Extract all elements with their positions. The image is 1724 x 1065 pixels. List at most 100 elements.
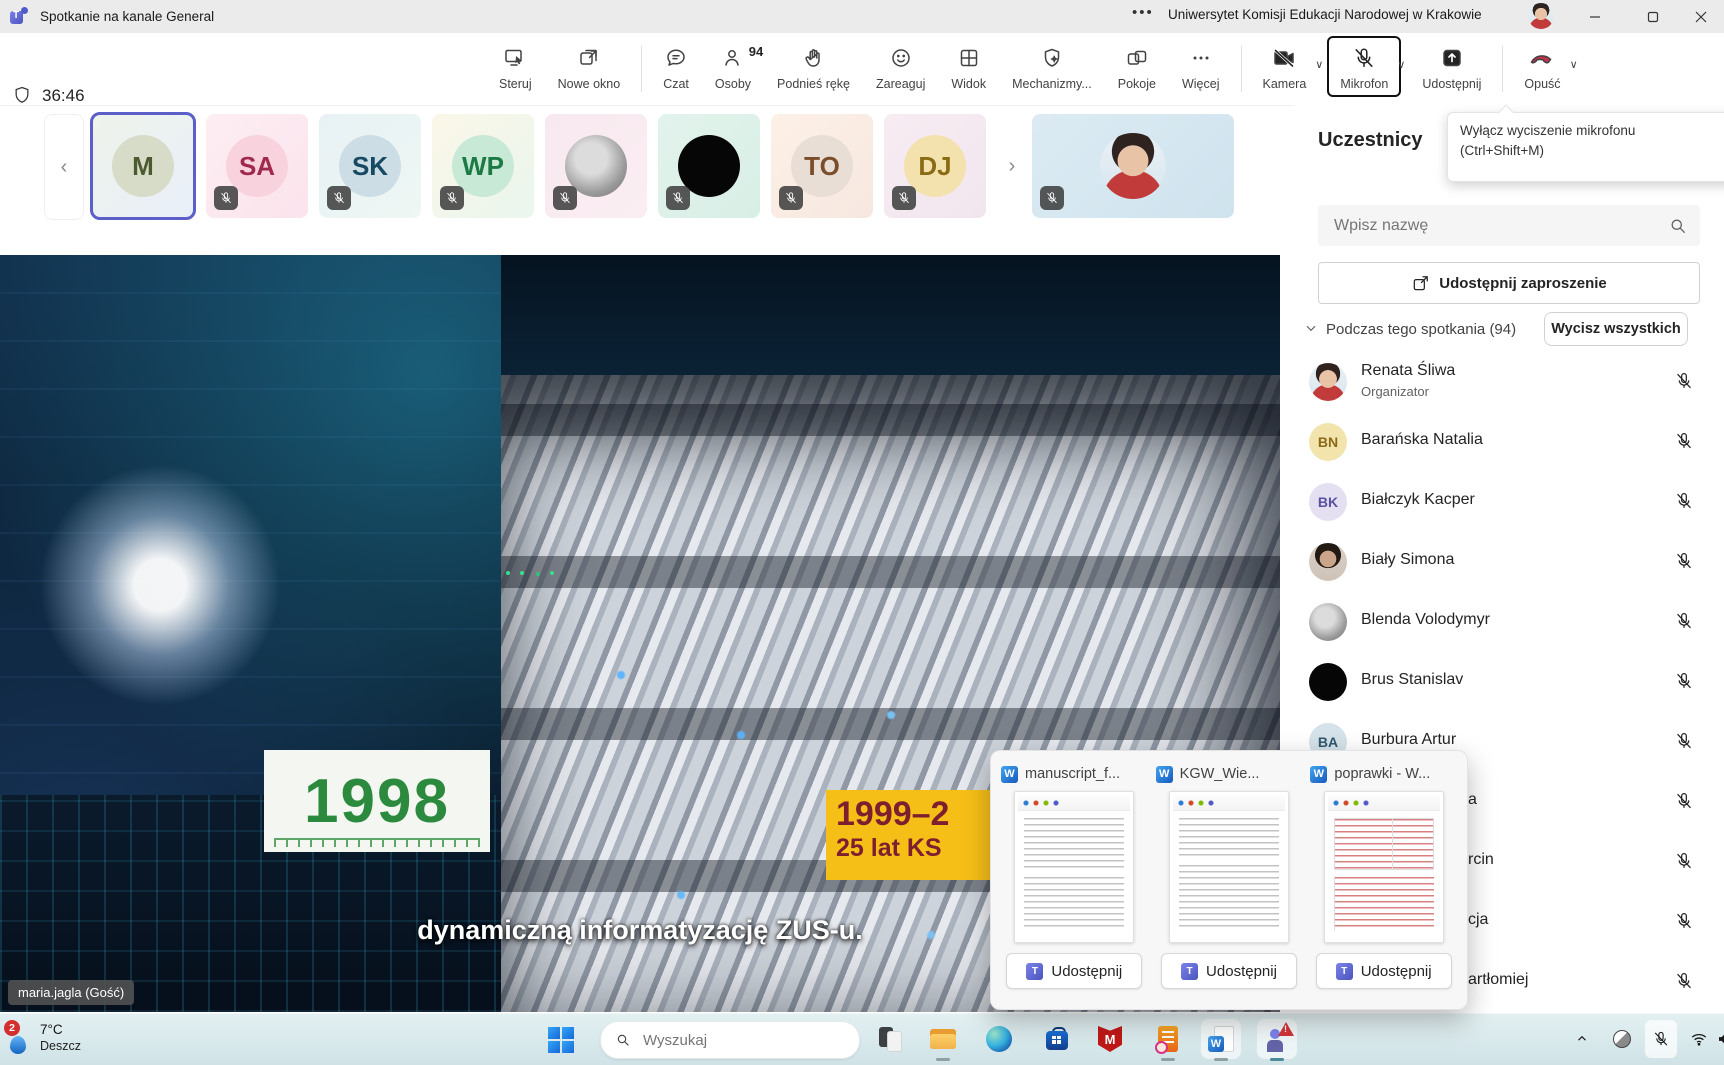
tray-volume-icon[interactable]: [1712, 1013, 1724, 1065]
share-invite-button[interactable]: Udostępnij zaproszenie: [1318, 262, 1700, 304]
participant-muted-mic-icon[interactable]: [1674, 731, 1694, 756]
participant-muted-mic-icon[interactable]: [1674, 431, 1694, 456]
widok-button[interactable]: Widok: [938, 36, 999, 97]
opusc-button[interactable]: Opuść: [1511, 36, 1573, 97]
participant-muted-mic-icon[interactable]: [1674, 671, 1694, 696]
strip-tile[interactable]: [658, 114, 760, 218]
edge-browser-icon[interactable]: [982, 1022, 1016, 1056]
podnies-reke-button[interactable]: Podnieś rękę: [764, 36, 863, 97]
participant-muted-mic-icon[interactable]: [1674, 551, 1694, 576]
muted-mic-badge: [440, 186, 464, 210]
participant-avatar: [1309, 603, 1347, 641]
search-icon: [615, 1032, 631, 1048]
participant-muted-mic-icon[interactable]: [1674, 371, 1694, 396]
share-document-button[interactable]: T Udostępnij: [1161, 953, 1297, 989]
kamera-button[interactable]: Kamera: [1250, 36, 1320, 97]
tray-mic-muted-icon[interactable]: [1644, 1013, 1678, 1065]
mute-all-button[interactable]: Wycisz wszystkich: [1544, 312, 1688, 346]
tray-status-circle-icon[interactable]: [1608, 1013, 1636, 1065]
participant-muted-mic-icon[interactable]: [1674, 851, 1694, 876]
udostepnij-button[interactable]: Udostępnij: [1409, 36, 1494, 97]
tray-chevron-up[interactable]: [1568, 1013, 1596, 1065]
tooltip-line1: Wyłącz wyciszenie mikrofonu: [1460, 121, 1724, 141]
section-collapse-chevron[interactable]: [1304, 321, 1318, 340]
participant-search[interactable]: [1318, 205, 1700, 246]
participant-row[interactable]: BK Białczyk Kacper: [1294, 472, 1724, 532]
teams-taskbar-icon[interactable]: [1257, 1019, 1297, 1059]
maximize-button[interactable]: [1630, 0, 1676, 33]
participant-muted-mic-icon[interactable]: [1674, 971, 1694, 996]
panel-title: Uczestnicy: [1318, 129, 1423, 152]
close-button[interactable]: [1678, 0, 1724, 33]
participant-muted-mic-icon[interactable]: [1674, 791, 1694, 816]
file-explorer-icon[interactable]: [926, 1022, 960, 1056]
document-card[interactable]: W KGW_Wie... T Udostępnij: [1156, 761, 1303, 999]
czat-button[interactable]: Czat: [650, 36, 702, 97]
share-document-popup: W manuscript_f... T Udostępnij W KGW_Wie…: [990, 750, 1468, 1010]
new-window-icon: [577, 46, 601, 73]
participant-row[interactable]: Blenda Volodymyr: [1294, 592, 1724, 652]
minimize-button[interactable]: [1572, 0, 1618, 33]
word-icon: W: [1310, 766, 1327, 783]
user-avatar[interactable]: [1528, 3, 1554, 29]
strip-tile[interactable]: TO: [771, 114, 873, 218]
document-thumbnail[interactable]: [1014, 791, 1134, 943]
participant-muted-mic-icon[interactable]: [1674, 611, 1694, 636]
strip-tile[interactable]: WP: [432, 114, 534, 218]
mcafee-icon[interactable]: M: [1093, 1022, 1127, 1056]
leave-options-chevron[interactable]: ∨: [1570, 58, 1578, 71]
participant-row[interactable]: Renata Śliwa Organizator: [1294, 352, 1724, 412]
document-search-icon[interactable]: [1151, 1022, 1185, 1056]
taskbar-search[interactable]: [600, 1021, 860, 1059]
camera-options-chevron[interactable]: ∨: [1315, 58, 1323, 71]
participant-avatar: [1309, 543, 1347, 581]
nowe-okno-button[interactable]: Nowe okno: [545, 36, 634, 97]
word-taskbar-icon[interactable]: W: [1201, 1019, 1241, 1059]
microsoft-store-icon[interactable]: [1040, 1022, 1074, 1056]
participant-muted-mic-icon[interactable]: [1674, 911, 1694, 936]
osoby-button[interactable]: 94 Osoby: [702, 36, 764, 97]
weather-widget[interactable]: 2 7°C Deszcz: [6, 1020, 81, 1054]
wiecej-button[interactable]: Więcej: [1169, 36, 1233, 97]
title-bar: Spotkanie na kanale General ••• Uniwersy…: [0, 0, 1724, 33]
react-smiley-icon: [889, 46, 913, 73]
share-document-button[interactable]: T Udostępnij: [1316, 953, 1452, 989]
toolbar-divider: [1241, 46, 1242, 92]
document-card[interactable]: W poprawki - W... T Udostępnij: [1310, 761, 1457, 999]
share-document-button[interactable]: T Udostępnij: [1006, 953, 1142, 989]
teams-icon: T: [1181, 963, 1198, 980]
participant-row[interactable]: Biały Simona: [1294, 532, 1724, 592]
document-thumbnail[interactable]: [1169, 791, 1289, 943]
strip-scroll-right[interactable]: ›: [996, 114, 1028, 218]
strip-tile[interactable]: SA: [206, 114, 308, 218]
search-input[interactable]: [1332, 216, 1668, 236]
taskbar-search-input[interactable]: [641, 1031, 825, 1050]
document-card[interactable]: W manuscript_f... T Udostępnij: [1001, 761, 1148, 999]
participant-row[interactable]: Brus Stanislav: [1294, 652, 1724, 712]
participant-row[interactable]: BN Barańska Natalia: [1294, 412, 1724, 472]
participant-muted-mic-icon[interactable]: [1674, 491, 1694, 516]
mechanizmy-button[interactable]: Mechanizmy...: [999, 36, 1105, 97]
meeting-timer: 36:46: [42, 86, 85, 106]
notification-badge: 2: [4, 1020, 20, 1036]
start-button[interactable]: [548, 1027, 574, 1053]
zareaguj-button[interactable]: Zareaguj: [863, 36, 938, 97]
strip-tile[interactable]: [545, 114, 647, 218]
document-thumbnail[interactable]: [1324, 791, 1444, 943]
pokoje-button[interactable]: Pokoje: [1105, 36, 1169, 97]
people-icon: [721, 46, 745, 73]
raise-hand-icon: [802, 46, 826, 73]
tray-wifi-icon[interactable]: [1686, 1013, 1712, 1065]
mikrofon-button[interactable]: Mikrofon: [1327, 36, 1401, 97]
strip-tile[interactable]: SK: [319, 114, 421, 218]
steruj-button[interactable]: Steruj: [486, 36, 545, 97]
strip-tile[interactable]: DJ: [884, 114, 986, 218]
presenter-video-tile[interactable]: [1032, 114, 1234, 218]
strip-tile[interactable]: M: [92, 114, 194, 218]
overlapping-windows-icon[interactable]: [873, 1022, 907, 1056]
mic-options-chevron[interactable]: ∨: [1397, 58, 1405, 71]
word-icon: W: [1156, 766, 1173, 783]
strip-scroll-left[interactable]: ‹: [44, 114, 84, 220]
titlebar-overflow-menu[interactable]: •••: [1132, 4, 1154, 21]
section-label: Podczas tego spotkania (94): [1326, 321, 1516, 338]
